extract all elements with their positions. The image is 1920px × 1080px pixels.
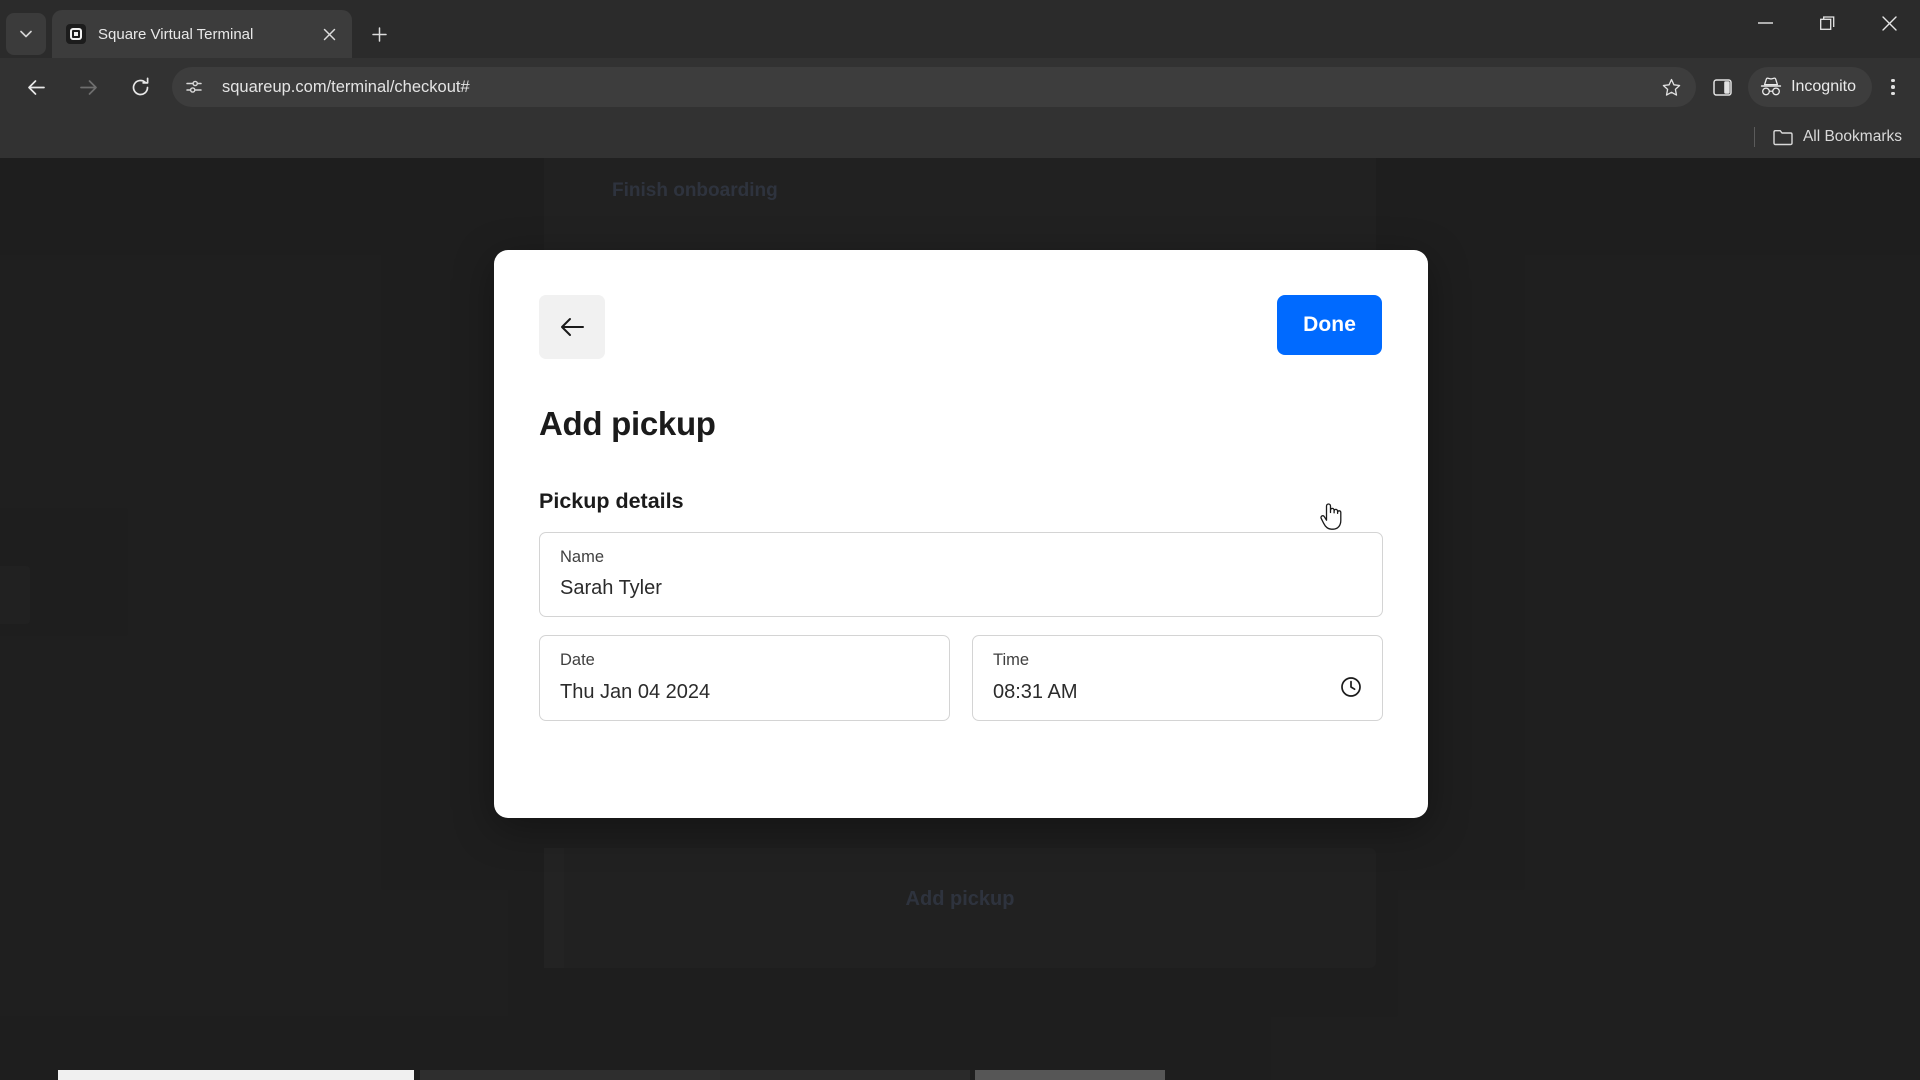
chevron-down-icon <box>20 30 32 38</box>
kebab-menu-icon <box>1891 85 1895 89</box>
date-field-label: Date <box>560 651 595 670</box>
modal-back-button[interactable] <box>539 295 605 359</box>
done-button[interactable]: Done <box>1277 295 1382 355</box>
modal-header: Done <box>494 250 1428 359</box>
reload-button[interactable] <box>120 67 160 107</box>
restore-icon <box>1819 15 1834 30</box>
browser-window: Square Virtual Terminal squareup.com/ter… <box>0 0 1920 1080</box>
url-text[interactable]: squareup.com/terminal/checkout# <box>222 78 1654 97</box>
page-viewport: Finish onboarding Add pickup Done Add pi… <box>0 158 1920 1080</box>
incognito-label: Incognito <box>1791 78 1856 95</box>
all-bookmarks-label: All Bookmarks <box>1802 128 1902 145</box>
taskbar-segment <box>720 1070 970 1080</box>
window-close-icon <box>1881 15 1897 31</box>
window-controls <box>1734 0 1920 46</box>
all-bookmarks-button[interactable]: All Bookmarks <box>1773 128 1902 146</box>
browser-toolbar: squareup.com/terminal/checkout# Incognit… <box>0 58 1920 116</box>
new-tab-button[interactable] <box>362 17 396 51</box>
tab-search-button[interactable] <box>6 13 46 55</box>
name-field-label: Name <box>560 548 605 566</box>
taskbar-segment <box>58 1070 414 1080</box>
tab-title: Square Virtual Terminal <box>98 25 254 43</box>
forward-arrow-icon <box>79 79 97 95</box>
browser-menu-button[interactable] <box>1876 67 1910 107</box>
minimize-button[interactable] <box>1734 0 1796 46</box>
add-pickup-modal: Done Add pickup Pickup details Name Date… <box>494 250 1428 818</box>
date-time-row: Date Time <box>539 635 1383 721</box>
plus-icon <box>371 26 387 42</box>
clock-icon[interactable] <box>1340 676 1362 703</box>
name-field[interactable]: Name <box>539 532 1383 618</box>
taskbar-segment <box>975 1070 1165 1080</box>
incognito-hat-icon <box>1760 77 1782 96</box>
back-arrow-icon <box>27 79 45 95</box>
close-window-button[interactable] <box>1858 0 1920 46</box>
kebab-menu-icon <box>1891 78 1895 83</box>
date-field[interactable]: Date <box>539 635 950 721</box>
tab-strip: Square Virtual Terminal <box>0 0 1920 58</box>
close-icon[interactable] <box>316 21 342 47</box>
square-logo-icon <box>66 24 86 44</box>
bookmark-star-icon[interactable] <box>1654 70 1688 104</box>
name-input[interactable] <box>560 577 1362 601</box>
minimize-icon <box>1757 22 1773 24</box>
pickup-details-form: Name Date Time <box>539 532 1383 721</box>
time-input[interactable] <box>993 680 1362 704</box>
time-field[interactable]: Time <box>972 635 1383 721</box>
back-arrow-icon <box>561 318 584 336</box>
pickup-details-heading: Pickup details <box>539 489 684 513</box>
taskbar-segment <box>420 1070 720 1080</box>
side-panel-button[interactable] <box>1702 67 1742 107</box>
date-input[interactable] <box>560 680 929 704</box>
folder-icon <box>1773 129 1793 145</box>
page-settings-icon[interactable] <box>178 71 210 103</box>
back-button[interactable] <box>16 67 56 107</box>
time-field-label: Time <box>993 651 1030 670</box>
maximize-button[interactable] <box>1796 0 1858 46</box>
bookmarks-bar: All Bookmarks <box>0 116 1920 158</box>
incognito-indicator[interactable]: Incognito <box>1748 67 1872 107</box>
reload-icon <box>132 77 148 95</box>
side-panel-icon <box>1712 78 1732 96</box>
divider <box>1753 127 1755 147</box>
modal-title: Add pickup <box>539 405 716 442</box>
browser-tab[interactable]: Square Virtual Terminal <box>52 10 352 58</box>
os-taskbar-peek <box>0 1070 1920 1080</box>
kebab-menu-icon <box>1891 91 1895 96</box>
forward-button[interactable] <box>68 67 108 107</box>
address-bar[interactable]: squareup.com/terminal/checkout# <box>172 67 1697 107</box>
